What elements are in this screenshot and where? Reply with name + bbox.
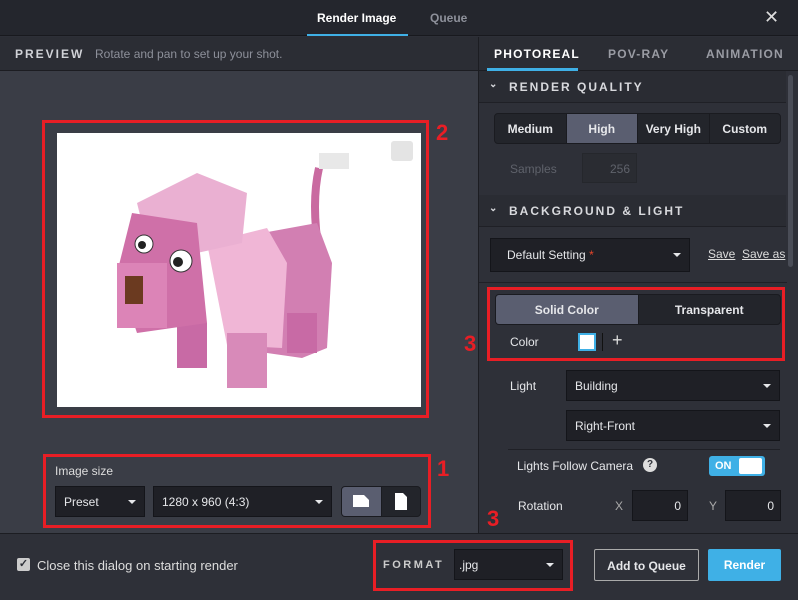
caret-down-icon (315, 499, 323, 504)
toggle-state: ON (715, 460, 732, 472)
modified-mark: * (589, 248, 594, 262)
bg-preset-dropdown[interactable]: Default Setting * (490, 238, 690, 272)
landscape-orientation-icon[interactable] (342, 487, 382, 516)
rotation-label: Rotation (518, 499, 563, 513)
toggle-knob (739, 458, 762, 474)
close-on-render-checkbox[interactable]: ✓ (17, 558, 30, 571)
rotation-x-input[interactable]: 0 (632, 490, 688, 521)
portrait-orientation-icon[interactable] (382, 487, 421, 516)
add-to-queue-button[interactable]: Add to Queue (594, 549, 699, 581)
caret-down-icon (128, 499, 136, 504)
quality-custom[interactable]: Custom (710, 114, 781, 143)
annotation-box-3 (487, 287, 785, 361)
rotation-y-input[interactable]: 0 (725, 490, 781, 521)
samples-label: Samples (510, 162, 557, 176)
tab-animation[interactable]: ANIMATION (706, 47, 784, 61)
light-direction-dropdown[interactable]: Right-Front (566, 410, 780, 441)
quality-very-high[interactable]: Very High (638, 114, 710, 143)
orientation-toggle[interactable] (341, 486, 421, 517)
preset-dropdown[interactable]: Preset (55, 486, 145, 517)
save-link[interactable]: Save (708, 247, 735, 261)
tab-pov-ray[interactable]: POV-RAY (608, 47, 669, 61)
close-icon[interactable]: ✕ (764, 7, 779, 28)
preset-value: Preset (64, 494, 99, 509)
section-title: BACKGROUND & LIGHT (509, 204, 685, 218)
tab-queue[interactable]: Queue (430, 11, 467, 25)
close-on-render-label: Close this dialog on starting render (37, 558, 238, 573)
active-tab-indicator (307, 34, 408, 36)
caret-down-icon (673, 253, 681, 257)
help-icon[interactable]: ? (643, 458, 657, 472)
format-dropdown[interactable]: .jpg (454, 549, 563, 580)
light-dropdown[interactable]: Building (566, 370, 780, 401)
chevron-down-icon: ⌄ (489, 79, 500, 90)
x-label: X (615, 499, 624, 513)
chevron-down-icon: ⌄ (489, 203, 500, 214)
lights-follow-toggle[interactable]: ON (709, 456, 765, 476)
caret-down-icon (763, 383, 771, 388)
title-bar (0, 0, 798, 36)
annotation-number: 3 (464, 331, 477, 356)
section-title: RENDER QUALITY (509, 80, 644, 94)
light-direction-value: Right-Front (575, 418, 636, 433)
annotation-number: 1 (437, 456, 450, 481)
save-as-link[interactable]: Save as (742, 247, 785, 261)
preview-title: PREVIEW (15, 47, 85, 61)
y-label: Y (709, 499, 718, 513)
preview-hint: Rotate and pan to set up your shot. (95, 47, 283, 61)
size-dropdown[interactable]: 1280 x 960 (4:3) (153, 486, 332, 517)
format-value: .jpg (459, 557, 479, 572)
render-quality-header[interactable]: ⌄ RENDER QUALITY (479, 71, 786, 103)
background-light-header[interactable]: ⌄ BACKGROUND & LIGHT (479, 195, 786, 227)
scrollbar[interactable] (788, 75, 793, 267)
bg-preset-value: Default Setting (507, 248, 586, 262)
light-value: Building (575, 378, 618, 393)
quality-selector[interactable]: Medium High Very High Custom (494, 113, 781, 144)
divider (479, 282, 787, 283)
quality-medium[interactable]: Medium (495, 114, 567, 143)
tab-render-image[interactable]: Render Image (317, 11, 396, 25)
lights-follow-label: Lights Follow Camera (517, 459, 634, 473)
quality-high[interactable]: High (566, 114, 638, 143)
light-label: Light (510, 379, 537, 393)
annotation-number: 2 (436, 120, 449, 145)
size-value: 1280 x 960 (4:3) (162, 494, 250, 509)
annotation-number: 3 (487, 506, 500, 531)
format-label: FORMAT (383, 559, 445, 571)
render-button[interactable]: Render (708, 549, 781, 581)
caret-down-icon (763, 423, 771, 428)
image-size-label: Image size (55, 464, 114, 478)
divider (508, 449, 780, 450)
caret-down-icon (546, 562, 554, 567)
annotation-box-2 (42, 120, 429, 418)
tab-photoreal[interactable]: PHOTOREAL (494, 47, 580, 61)
samples-input[interactable]: 256 (582, 153, 637, 183)
